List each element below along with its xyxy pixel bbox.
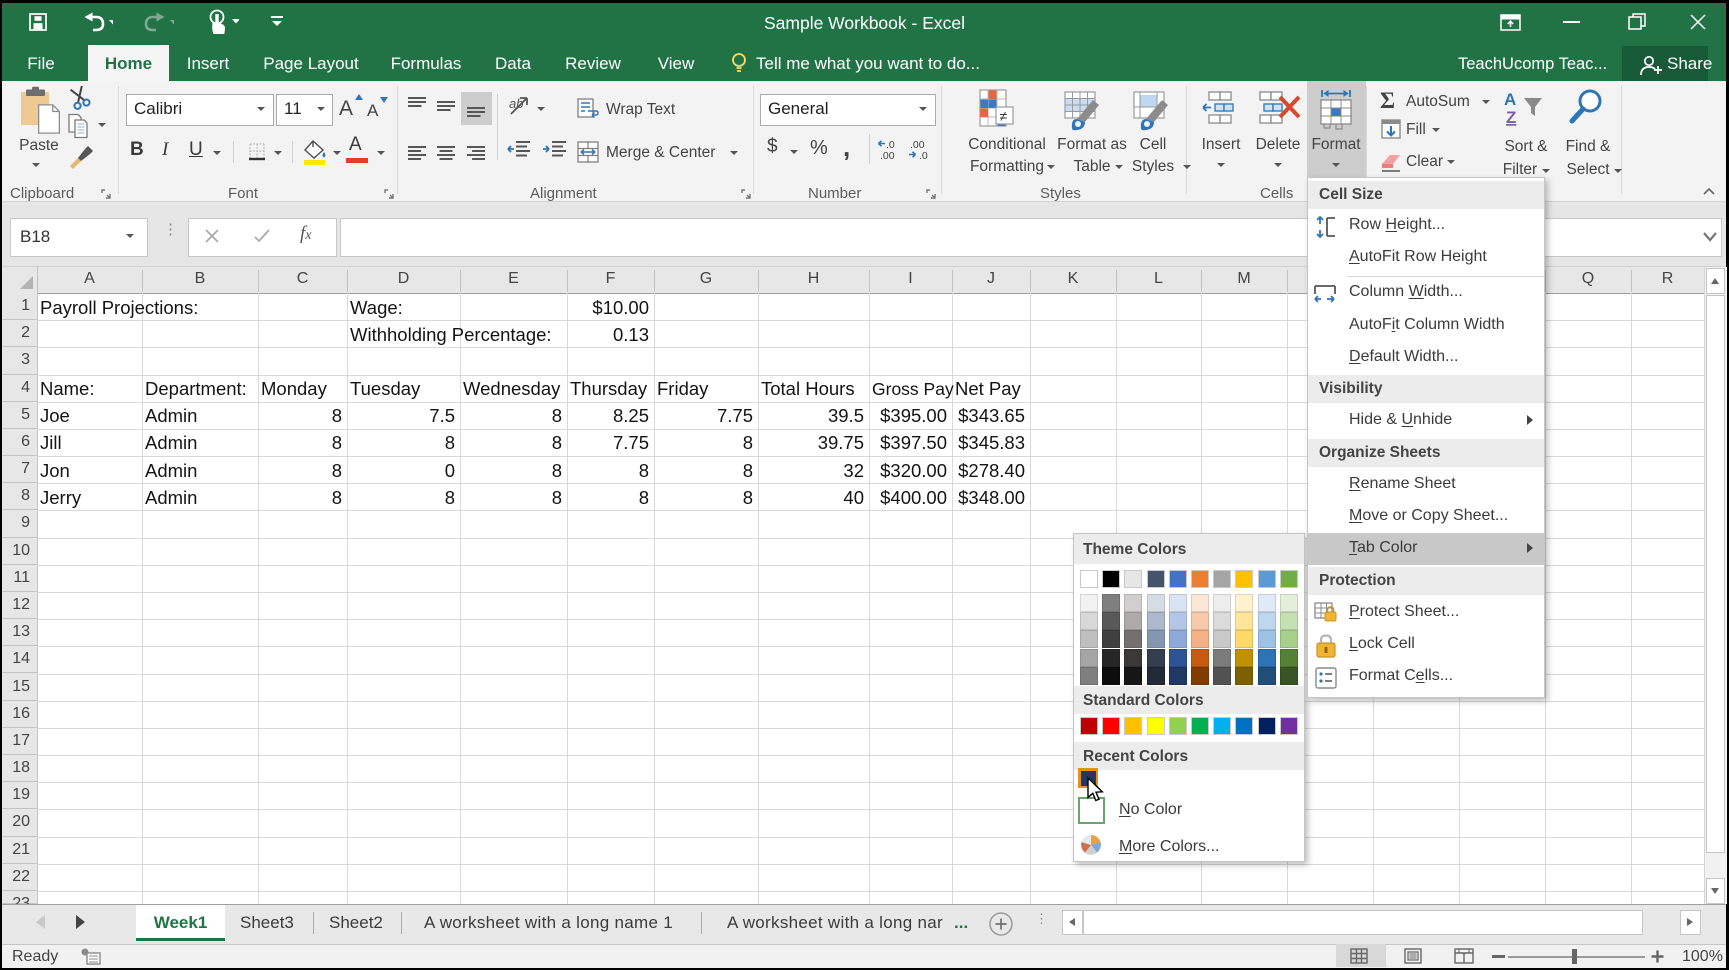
svg-text:.00: .00 <box>880 150 895 162</box>
svg-text:≠: ≠ <box>1000 108 1008 124</box>
svg-text:.0: .0 <box>919 150 928 162</box>
svg-text:ab: ab <box>509 96 523 111</box>
svg-text:Z: Z <box>1506 108 1516 127</box>
svg-text:A: A <box>1504 90 1516 109</box>
